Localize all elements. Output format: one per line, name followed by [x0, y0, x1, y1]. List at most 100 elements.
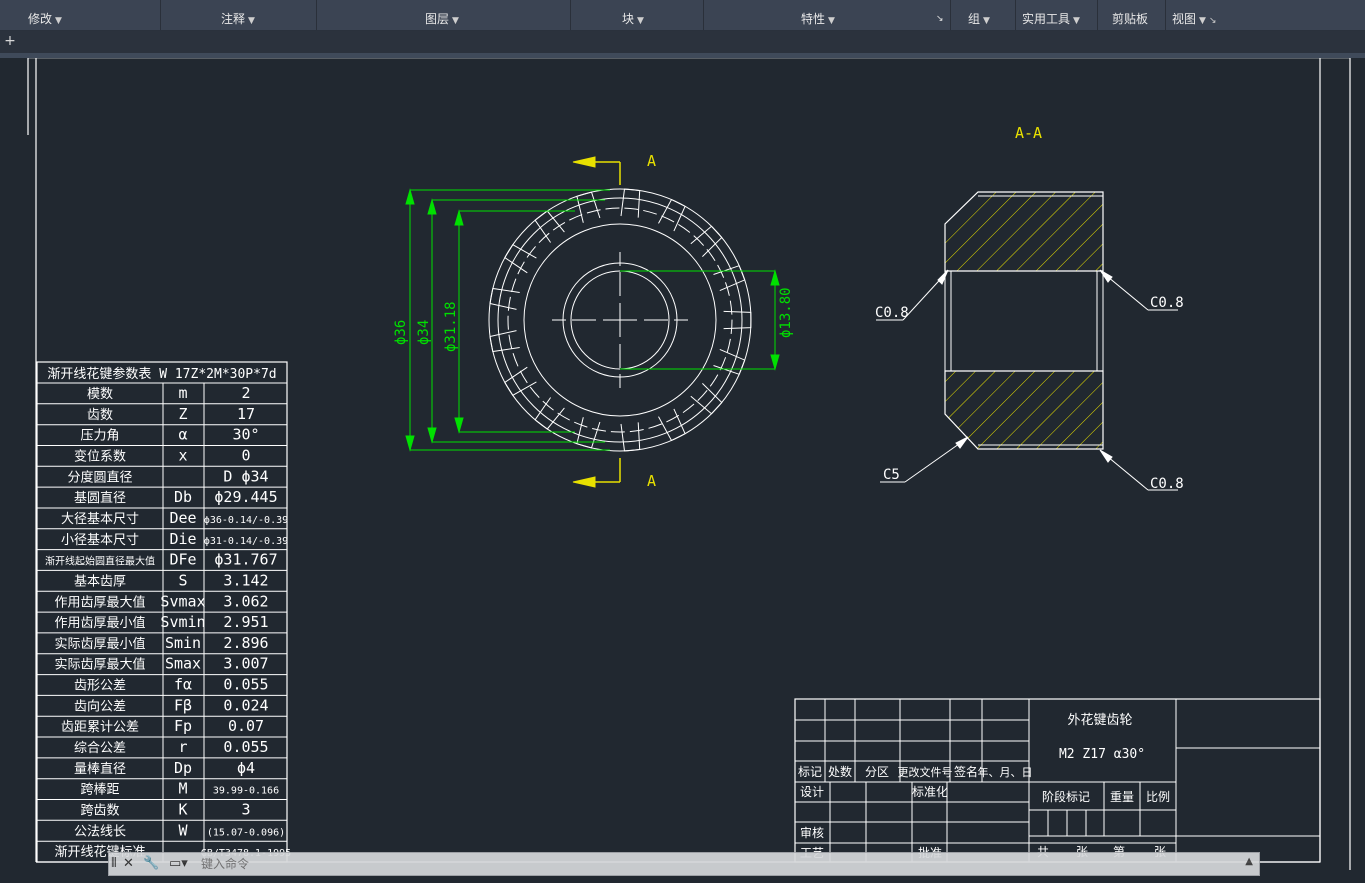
chevron-down-icon: ▼: [983, 16, 990, 26]
gear-section-view: [944, 191, 1104, 450]
tb-header-4: 签名: [954, 764, 978, 779]
spline-tooth: [723, 310, 752, 330]
param-name: 跨齿数: [80, 804, 119, 819]
param-symbol: DFe: [169, 551, 196, 569]
panel-utilities[interactable]: 实用工具 ▼: [1022, 10, 1080, 28]
title-block: [794, 698, 1321, 863]
param-symbol: Die: [169, 530, 196, 548]
param-name: 综合公差: [74, 741, 126, 756]
command-line[interactable]: ⦀ ✕ 🔧 ▭▾ 键入命令 ▲: [108, 852, 1260, 876]
param-value: 2: [241, 384, 250, 402]
param-symbol: Fβ: [174, 696, 192, 714]
tb-weight: 重量: [1110, 790, 1134, 804]
param-value: ϕ31.767: [214, 551, 277, 569]
chevron-down-icon: ▼: [1073, 16, 1080, 26]
tb-design: 设计: [800, 785, 824, 799]
section-title: A-A: [1015, 124, 1042, 142]
panel-annotate[interactable]: 注释 ▼: [221, 10, 255, 28]
param-symbol: Smax: [165, 655, 201, 673]
param-value: ϕ4: [237, 759, 255, 777]
chevron-down-icon: ▼: [248, 16, 255, 26]
chevron-down-icon: ▼: [637, 16, 644, 26]
param-symbol: x: [178, 447, 187, 465]
param-name: 量棒直径: [74, 762, 126, 777]
chevron-down-icon: ▼: [1199, 16, 1206, 26]
param-value: 3.142: [223, 571, 268, 589]
chamfer-c08-bottom: C0.8: [1150, 476, 1184, 492]
param-name: 齿向公差: [74, 698, 126, 714]
param-value: 17: [237, 405, 255, 423]
chevron-up-icon[interactable]: ▲: [1245, 856, 1253, 867]
spline-tooth: [713, 348, 746, 375]
command-prompt-icon[interactable]: ▭▾: [169, 856, 188, 872]
tb-header-2: 分区: [865, 765, 889, 779]
spline-parameter-table: 渐开线花键参数表 W 17Z*2M*30P*7d 模数 m 2齿数 Z 17压力角 α 30…: [36, 361, 291, 863]
tb-header-3: 更改文件号: [898, 765, 953, 779]
tb-header-0: 标记: [798, 765, 822, 779]
param-name: 作用齿厚最大值: [54, 594, 145, 610]
tb-header-1: 处数: [828, 764, 852, 779]
param-symbol: Db: [174, 488, 192, 506]
panel-clipboard[interactable]: 剪贴板: [1112, 10, 1148, 28]
spline-tooth: [620, 422, 641, 452]
param-name: 实际齿厚最小值: [54, 636, 145, 652]
spline-tooth: [576, 191, 601, 223]
spline-tooth: [489, 330, 520, 353]
param-symbol: Svmin: [160, 613, 205, 631]
param-symbol: Smin: [165, 634, 201, 652]
param-name: 小径基本尺寸: [61, 533, 139, 548]
drawing-svg: A A ϕ36 ϕ34 ϕ31.18 ϕ13.80 A-A C0.8 C0.8 …: [27, 57, 1351, 870]
cut-label-top: A: [647, 152, 656, 170]
param-name: 实际齿厚最大值: [54, 657, 145, 673]
close-icon[interactable]: ✕: [123, 856, 134, 872]
param-name: 基本齿厚: [74, 574, 126, 589]
param-value: ϕ29.445: [214, 488, 277, 506]
chamfer-c5: C5: [883, 467, 900, 483]
param-value: 0: [241, 447, 250, 465]
wrench-icon[interactable]: 🔧: [143, 856, 159, 872]
new-tab-button[interactable]: +: [2, 33, 18, 49]
spline-tooth: [534, 210, 565, 243]
param-symbol: W: [178, 821, 188, 839]
dim-d3118: ϕ31.18: [443, 301, 459, 352]
param-name: 渐开线起始圆直径最大值: [45, 555, 155, 568]
param-symbol: Dee: [169, 509, 196, 527]
param-value: 30°: [232, 426, 259, 444]
drawing-canvas[interactable]: A A ϕ36 ϕ34 ϕ31.18 ϕ13.80 A-A C0.8 C0.8 …: [0, 57, 1365, 879]
panel-properties[interactable]: 特性 ▼: [801, 10, 835, 28]
tb-scale: 比例: [1146, 790, 1170, 804]
dialog-launcher-icon[interactable]: ↘: [936, 10, 944, 28]
panel-view[interactable]: 视图 ▼ ↘: [1172, 10, 1216, 28]
param-value: D ϕ34: [223, 467, 268, 485]
param-name: 齿数: [87, 408, 113, 423]
param-name: 基圆直径: [74, 491, 126, 506]
param-value: 0.055: [223, 738, 268, 756]
spline-tooth: [658, 408, 686, 442]
param-name: 压力角: [80, 429, 119, 444]
param-value: ϕ36-0.14/-0.39: [204, 515, 288, 526]
dialog-launcher-icon: ↘: [1208, 16, 1217, 26]
command-input[interactable]: 键入命令: [201, 856, 249, 872]
param-symbol: M: [178, 780, 187, 798]
param-value: 0.055: [223, 676, 268, 694]
ribbon: 修改 ▼ 注释 ▼ 图层 ▼ 块 ▼ 特性 ▼ ↘ 组 ▼ 实用工具 ▼ 剪贴板 视图 ▼ ↘: [0, 0, 1365, 31]
chamfer-c08-right: C0.8: [1150, 295, 1184, 311]
chevron-down-icon: ▼: [55, 16, 62, 26]
param-symbol: Fp: [174, 717, 192, 735]
panel-modify[interactable]: 修改 ▼: [28, 10, 62, 28]
param-value: 3.007: [223, 655, 268, 673]
chamfer-c08-left: C0.8: [875, 305, 909, 321]
panel-layers[interactable]: 图层 ▼: [425, 10, 459, 28]
tb-review: 审核: [800, 825, 824, 840]
tb-stage-mark: 阶段标记: [1042, 789, 1090, 804]
panel-group[interactable]: 组 ▼: [968, 10, 990, 28]
param-value: 2.896: [223, 634, 268, 652]
file-tab-bar: +: [0, 31, 1365, 53]
tb-standardize: 标准化: [912, 785, 948, 799]
param-symbol: α: [178, 426, 187, 444]
param-name: 模数: [87, 387, 113, 402]
panel-block[interactable]: 块 ▼: [622, 10, 644, 28]
cut-label-bottom: A: [647, 472, 656, 490]
grip-icon[interactable]: ⦀: [111, 856, 117, 872]
spline-tooth: [489, 287, 520, 310]
